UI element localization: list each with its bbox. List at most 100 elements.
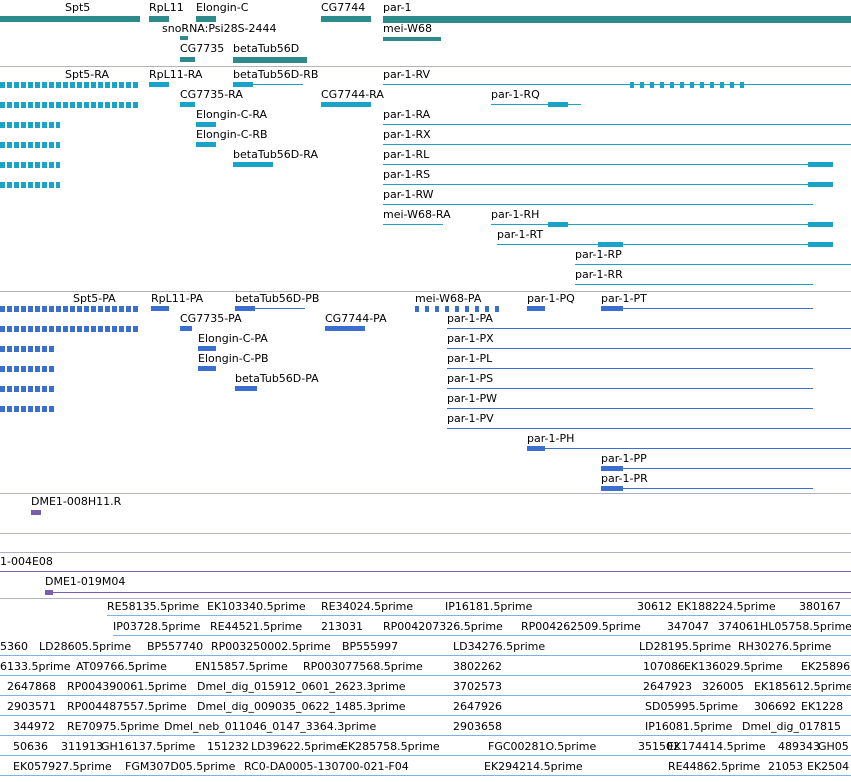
est-label[interactable]: 326005 (702, 681, 744, 693)
transcript-feature[interactable] (180, 102, 195, 107)
est-label[interactable]: GH16137.5prime (101, 741, 195, 753)
est-label[interactable]: 50636 (13, 741, 48, 753)
polypeptide-label[interactable]: par-1-PP (601, 453, 647, 465)
transcript-label[interactable]: par-1-RX (383, 129, 431, 141)
est-label[interactable]: RC0-DA0005-130700-021-F04 (244, 761, 409, 773)
transcript-feature[interactable] (808, 162, 833, 167)
transcript-feature[interactable] (196, 142, 216, 147)
est-label[interactable]: 213031 (321, 621, 363, 633)
gene-label[interactable]: mei-W68 (383, 23, 432, 35)
gene-feature[interactable] (149, 16, 169, 22)
polypeptide-label[interactable]: par-1-PA (447, 313, 493, 325)
est-label[interactable]: 6133.5prime (0, 661, 71, 673)
transcript-label[interactable]: par-1-RW (383, 189, 434, 201)
polypeptide-feature[interactable] (0, 386, 55, 392)
gene-label[interactable]: par-1 (383, 2, 412, 14)
polypeptide-feature[interactable] (180, 326, 192, 331)
transcript-label[interactable]: Elongin-C-RB (196, 129, 268, 141)
polypeptide-label[interactable]: par-1-PR (601, 473, 648, 485)
transcript-feature[interactable] (233, 82, 253, 87)
transcript-label[interactable]: RpL11-RA (149, 69, 202, 81)
est-label[interactable]: EK294214.5prime (484, 761, 583, 773)
est-label[interactable]: 3802262 (453, 661, 502, 673)
polypeptide-label[interactable]: par-1-PH (527, 433, 574, 445)
transcript-feature[interactable] (548, 222, 568, 227)
est-label[interactable]: RE70975.5prime (67, 721, 159, 733)
transcript-label[interactable]: par-1-RV (383, 69, 430, 81)
est-feature[interactable] (0, 675, 851, 676)
est-feature[interactable] (0, 695, 851, 696)
polypeptide-label[interactable]: par-1-PT (601, 293, 647, 305)
est-label[interactable]: IP16081.5prime (645, 721, 732, 733)
est-label[interactable]: RP003250002.5prime (211, 641, 331, 653)
est-label[interactable]: EK185612.5prime (754, 681, 851, 693)
bac-label[interactable]: DME1-019M04 (45, 576, 125, 588)
polypeptide-feature[interactable] (198, 346, 216, 351)
est-label[interactable]: RP004207326.5prime (383, 621, 503, 633)
est-label[interactable]: 151232 (207, 741, 249, 753)
gene-feature[interactable] (196, 16, 216, 22)
transcript-exons[interactable] (630, 82, 750, 88)
transcript-feature[interactable] (548, 102, 568, 107)
polypeptide-label[interactable]: par-1-PW (447, 393, 497, 405)
est-label[interactable]: EK103340.5prime (207, 601, 306, 613)
transcript-feature[interactable] (0, 162, 60, 168)
est-label[interactable]: RP003077568.5prime (303, 661, 423, 673)
transcript-feature[interactable] (0, 82, 140, 88)
polypeptide-label[interactable]: betaTub56D-PA (235, 373, 319, 385)
polypeptide-label[interactable]: Elongin-C-PB (198, 353, 269, 365)
est-label[interactable]: Dmel_dig_009035_0622_1485.3prime (197, 701, 406, 713)
transcript-label[interactable]: Elongin-C-RA (196, 109, 267, 121)
gene-label[interactable]: betaTub56D (233, 43, 299, 55)
est-label[interactable]: 107086 (643, 661, 685, 673)
bac-feature[interactable] (0, 571, 851, 572)
transcript-label[interactable]: CG7744-RA (321, 89, 384, 101)
est-label[interactable]: 344972 (13, 721, 55, 733)
est-label[interactable]: 306692 (754, 701, 796, 713)
est-label[interactable]: 2647923 (643, 681, 692, 693)
polypeptide-feature[interactable] (527, 306, 545, 311)
polypeptide-feature[interactable] (0, 306, 140, 312)
transcript-label[interactable]: par-1-RQ (491, 89, 540, 101)
polypeptide-feature[interactable] (601, 306, 623, 311)
polypeptide-label[interactable]: betaTub56D-PB (235, 293, 319, 305)
est-label[interactable]: BP555997 (342, 641, 398, 653)
transcript-feature[interactable] (808, 222, 833, 227)
est-label[interactable]: Dmel_dig_017815 (742, 721, 841, 733)
polypeptide-label[interactable]: CG7735-PA (180, 313, 242, 325)
est-feature[interactable] (107, 615, 851, 616)
gene-feature[interactable] (383, 37, 441, 41)
bac-label[interactable]: 1-004E08 (0, 556, 53, 568)
est-label[interactable]: EN15857.5prime (195, 661, 288, 673)
polypeptide-label[interactable]: par-1-PV (447, 413, 494, 425)
est-label[interactable]: LD39622.5prime (251, 741, 343, 753)
est-label[interactable]: 30612 (637, 601, 672, 613)
transcript-label[interactable]: par-1-RA (383, 109, 430, 121)
gene-label[interactable]: snoRNA:Psi28S-2444 (162, 23, 277, 35)
est-label[interactable]: GH05 (818, 741, 849, 753)
transcript-label[interactable]: Spt5-RA (65, 69, 109, 81)
transcript-feature[interactable] (321, 102, 371, 107)
transcript-feature[interactable] (0, 122, 60, 128)
bac-label[interactable]: DME1-008H11.R (31, 496, 121, 508)
est-label[interactable]: RP004487557.5prime (67, 701, 187, 713)
est-label[interactable]: EK2504 (807, 761, 849, 773)
transcript-label[interactable]: CG7735-RA (180, 89, 243, 101)
transcript-label[interactable]: betaTub56D-RA (233, 149, 318, 161)
est-label[interactable]: AT09766.5prime (76, 661, 167, 673)
transcript-feature[interactable] (149, 82, 169, 87)
est-label[interactable]: RE44862.5prime (668, 761, 760, 773)
polypeptide-label[interactable]: RpL11-PA (151, 293, 203, 305)
est-label[interactable]: RE34024.5prime (321, 601, 413, 613)
polypeptide-feature[interactable] (198, 366, 216, 371)
gene-feature[interactable] (383, 16, 851, 23)
est-label[interactable]: 2647868 (7, 681, 56, 693)
est-label[interactable]: EK1228 (801, 701, 843, 713)
est-label[interactable]: RE58135.5prime (107, 601, 199, 613)
transcript-feature[interactable] (233, 162, 273, 167)
transcript-feature[interactable] (598, 242, 623, 247)
est-label[interactable]: 347047 (667, 621, 709, 633)
transcript-label[interactable]: betaTub56D-RB (233, 69, 318, 81)
gene-feature[interactable] (180, 36, 188, 40)
est-label[interactable]: EK285758.5prime (341, 741, 440, 753)
